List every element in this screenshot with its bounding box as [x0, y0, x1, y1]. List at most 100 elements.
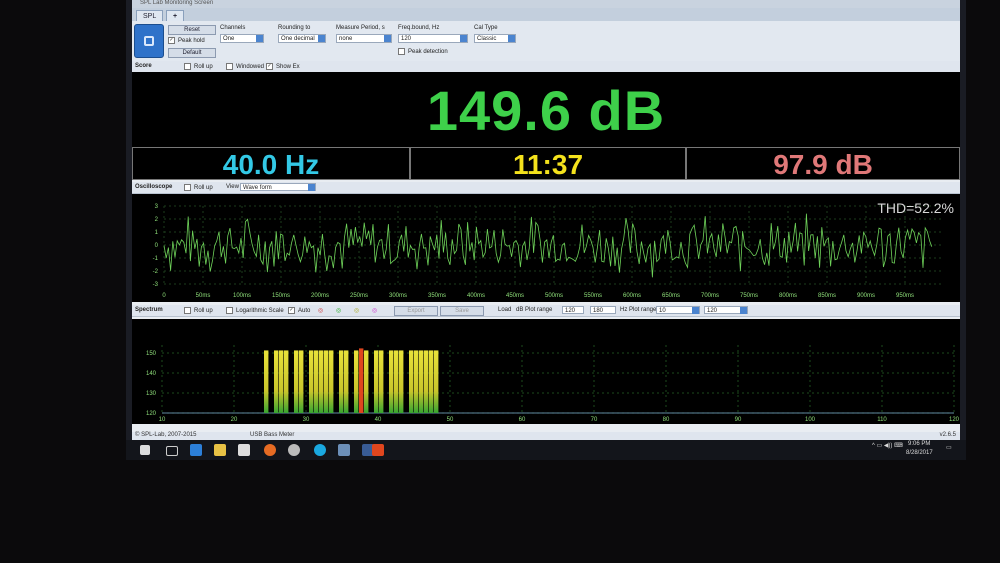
title-bar: SPL Lab Monitoring Screen — [132, 0, 960, 8]
spectrum-bar — [319, 350, 324, 413]
osc-x-tick: 600ms — [623, 293, 641, 299]
dropdown-icon — [692, 307, 699, 314]
task-view-icon[interactable] — [166, 446, 178, 456]
color-swatch-green-icon[interactable]: ◎ — [336, 307, 341, 314]
spec-x-tick: 70 — [591, 417, 598, 423]
measure-period-select[interactable]: none — [336, 34, 392, 43]
firefox-icon[interactable] — [264, 444, 276, 456]
spectrum-bar — [429, 350, 434, 413]
auto-label: Auto — [298, 308, 311, 315]
color-swatch-red-icon[interactable]: ◎ — [318, 307, 323, 314]
view-select[interactable]: Wave form — [240, 183, 316, 191]
chrome-icon[interactable] — [288, 444, 300, 456]
spectrum-bar — [424, 350, 429, 413]
dropdown-icon — [508, 35, 515, 42]
hz-max-input[interactable]: 120 — [704, 306, 748, 314]
osc-roll-up-label: Roll up — [194, 185, 213, 192]
secondary-db-value: 97.9 dB — [686, 147, 960, 180]
osc-x-tick: 550ms — [584, 293, 602, 299]
start-stop-button[interactable] — [134, 24, 164, 58]
spectrum-bar — [414, 350, 419, 413]
log-scale-toggle[interactable]: Logarithmic Scale — [226, 307, 284, 314]
store-icon[interactable] — [238, 444, 250, 456]
notification-icon[interactable]: ▭ — [946, 444, 952, 451]
peak-hold-label: Peak hold — [178, 38, 205, 45]
checkbox-icon — [226, 307, 233, 314]
spectrum-panel: 150 140 130 120 10 20 30 40 50 60 70 80 90 100 110 120 — [132, 319, 960, 424]
spectrum-bar — [389, 350, 394, 413]
color-swatch-yellow-icon[interactable]: ◎ — [354, 307, 359, 314]
freq-bound-select[interactable]: 120 — [398, 34, 468, 43]
reset-button[interactable]: Reset — [168, 25, 216, 35]
elapsed-time-value: 11:37 — [410, 147, 686, 180]
spectrum-bar — [339, 350, 344, 413]
rounding-value: One decimal — [281, 36, 315, 42]
rounding-label: Rounding to — [278, 25, 311, 31]
score-title: Score — [135, 63, 152, 69]
hz-min-input[interactable]: 10 — [656, 306, 700, 314]
file-explorer-icon[interactable] — [214, 444, 226, 456]
clock-date[interactable]: 8/28/2017 — [906, 450, 933, 456]
osc-x-tick: 700ms — [701, 293, 719, 299]
app-icon[interactable] — [338, 444, 350, 456]
spectrum-bar — [374, 350, 379, 413]
device-name: USB Bass Meter — [250, 432, 295, 438]
version-text: v2.6.5 — [939, 432, 956, 438]
spectrum-bar — [419, 350, 424, 413]
color-swatch-pink-icon[interactable]: ◎ — [372, 307, 377, 314]
checkbox-icon — [184, 63, 191, 70]
spec-x-tick: 10 — [159, 417, 166, 423]
status-bar: © SPL-Lab, 2007-2015 USB Bass Meter v2.6… — [132, 432, 960, 440]
spec-x-tick: 80 — [663, 417, 670, 423]
checkbox-icon: ✓ — [288, 307, 295, 314]
spec-roll-up[interactable]: Roll up — [184, 307, 213, 314]
osc-x-tick: 300ms — [389, 293, 407, 299]
save-button[interactable]: Save — [440, 306, 484, 316]
spl-lab-icon[interactable] — [372, 444, 384, 456]
load-button[interactable]: Load — [498, 307, 511, 313]
start-icon[interactable] — [140, 445, 150, 455]
edge-icon[interactable] — [190, 444, 202, 456]
monitor-screen: SPL Lab Monitoring Screen SPL + Reset ✓ P… — [126, 0, 966, 460]
auto-toggle[interactable]: ✓ Auto — [288, 307, 310, 314]
oscilloscope-chart: 3210-1-2-30 50ms 100ms 150ms 200ms 250ms 300ms… — [153, 204, 944, 299]
db-max-input[interactable]: 180 — [590, 306, 616, 314]
windows-taskbar: ^ ▭ ◀)) ⌨ 9:06 PM 8/28/2017 ▭ — [126, 440, 966, 460]
window-title: SPL Lab Monitoring Screen — [140, 0, 214, 6]
db-min-input[interactable]: 120 — [562, 306, 584, 314]
rounding-select[interactable]: One decimal — [278, 34, 326, 43]
checkbox-icon: ✓ — [168, 37, 175, 44]
windowed-label: Windowed — [236, 64, 265, 71]
db-max-value: 180 — [593, 308, 604, 314]
osc-x-tick: 400ms — [467, 293, 485, 299]
dropdown-icon — [256, 35, 263, 42]
spec-x-tick: 110 — [877, 417, 887, 423]
osc-x-tick: 50ms — [196, 293, 211, 299]
osc-x-tick: 850ms — [818, 293, 836, 299]
tray-icons[interactable]: ^ ▭ ◀)) ⌨ — [872, 442, 903, 449]
windowed-toggle[interactable]: Windowed — [226, 63, 264, 70]
export-button[interactable]: Export — [394, 306, 438, 316]
osc-roll-up[interactable]: Roll up — [184, 184, 213, 191]
spec-x-tick: 50 — [447, 417, 454, 423]
osc-x-tick: 200ms — [311, 293, 329, 299]
osc-y-tick: -3 — [153, 282, 159, 288]
osc-x-tick: 750ms — [740, 293, 758, 299]
spectrum-bar — [309, 350, 314, 413]
show-ex-toggle[interactable]: ✓ Show Ex — [266, 63, 300, 70]
spectrum-bar — [279, 350, 284, 413]
cal-type-select[interactable]: Classic — [474, 34, 516, 43]
clock-time[interactable]: 9:06 PM — [908, 441, 930, 447]
peak-hold-toggle[interactable]: ✓ Peak hold — [168, 37, 205, 44]
checkbox-icon — [226, 63, 233, 70]
measure-period-value: none — [339, 36, 353, 42]
teamviewer-icon[interactable] — [314, 444, 326, 456]
score-roll-up[interactable]: Roll up — [184, 63, 213, 70]
default-button[interactable]: Default — [168, 48, 216, 58]
osc-x-tick: 800ms — [779, 293, 797, 299]
peak-detection-toggle[interactable]: Peak detection — [398, 48, 448, 55]
osc-x-tick: 900ms — [857, 293, 875, 299]
hz-max-value: 120 — [707, 308, 718, 314]
channels-select[interactable]: One — [220, 34, 264, 43]
checkbox-icon — [184, 184, 191, 191]
